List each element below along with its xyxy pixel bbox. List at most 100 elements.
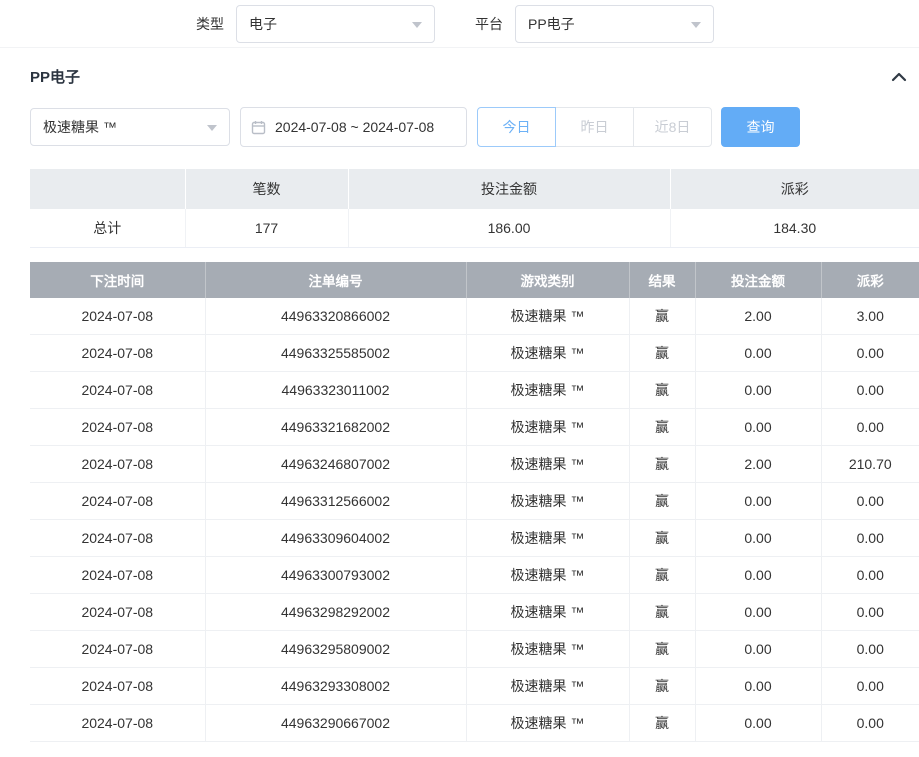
table-cell: 44963246807002 [205,446,466,483]
bets-header-bet-amount: 投注金额 [695,262,821,298]
table-row: 2024-07-0844963312566002极速糖果 ™赢0.000.00 [30,483,919,520]
table-cell: 0.00 [695,668,821,705]
table-cell: 赢 [629,483,695,520]
table-cell: 44963312566002 [205,483,466,520]
table-row: 2024-07-0844963295809002极速糖果 ™赢0.000.00 [30,631,919,668]
table-cell: 2024-07-08 [30,409,205,446]
bets-header-row: 下注时间 注单编号 游戏类别 结果 投注金额 派彩 [30,262,919,298]
table-cell: 0.00 [821,668,919,705]
table-cell: 44963309604002 [205,520,466,557]
table-row: 2024-07-0844963323011002极速糖果 ™赢0.000.00 [30,372,919,409]
bets-header-payout: 派彩 [821,262,919,298]
summary-total-count: 177 [185,209,348,247]
table-cell: 0.00 [821,520,919,557]
bets-table-body: 2024-07-0844963320866002极速糖果 ™赢2.003.002… [30,298,919,742]
table-cell: 极速糖果 ™ [466,409,629,446]
table-cell: 0.00 [695,520,821,557]
table-row: 2024-07-0844963325585002极速糖果 ™赢0.000.00 [30,335,919,372]
table-cell: 赢 [629,557,695,594]
table-cell: 0.00 [695,483,821,520]
date-range-value: 2024-07-08 ~ 2024-07-08 [275,119,434,135]
table-cell: 赢 [629,520,695,557]
table-cell: 极速糖果 ™ [466,298,629,335]
platform-select-value: PP电子 [528,14,575,34]
table-cell: 2024-07-08 [30,298,205,335]
table-cell: 44963325585002 [205,335,466,372]
table-row: 2024-07-0844963300793002极速糖果 ™赢0.000.00 [30,557,919,594]
type-label: 类型 [196,14,224,34]
table-cell: 44963300793002 [205,557,466,594]
type-filter: 类型 电子 [196,5,435,43]
table-cell: 44963323011002 [205,372,466,409]
calendar-icon [251,120,266,135]
bets-header-result: 结果 [629,262,695,298]
chevron-down-icon [207,125,217,131]
table-cell: 极速糖果 ™ [466,372,629,409]
table-cell: 0.00 [695,335,821,372]
summary-header-bet-amount: 投注金额 [348,169,670,209]
table-cell: 极速糖果 ™ [466,705,629,742]
quick-range-button-group: 今日 昨日 近8日 [477,107,712,147]
bets-header-bet-id: 注单编号 [205,262,466,298]
query-filter-bar: 极速糖果 ™ 2024-07-08 ~ 2024-07-08 今日 昨日 近8日… [30,107,919,147]
table-cell: 极速糖果 ™ [466,446,629,483]
table-cell: 0.00 [821,594,919,631]
summary-total-payout: 184.30 [670,209,919,247]
table-cell: 2024-07-08 [30,631,205,668]
table-cell: 0.00 [821,705,919,742]
table-cell: 0.00 [695,557,821,594]
table-cell: 极速糖果 ™ [466,594,629,631]
table-cell: 0.00 [821,409,919,446]
table-cell: 0.00 [821,372,919,409]
query-button[interactable]: 查询 [721,107,800,147]
table-cell: 2024-07-08 [30,705,205,742]
table-cell: 2.00 [695,298,821,335]
table-cell: 0.00 [695,705,821,742]
type-select[interactable]: 电子 [236,5,435,43]
type-select-value: 电子 [249,14,277,34]
table-cell: 2024-07-08 [30,668,205,705]
top-filter-bar: 类型 电子 平台 PP电子 [0,0,919,48]
summary-header-count: 笔数 [185,169,348,209]
table-cell: 44963320866002 [205,298,466,335]
table-cell: 赢 [629,298,695,335]
table-row: 2024-07-0844963309604002极速糖果 ™赢0.000.00 [30,520,919,557]
table-cell: 44963290667002 [205,705,466,742]
table-cell: 极速糖果 ™ [466,335,629,372]
table-row: 2024-07-0844963320866002极速糖果 ™赢2.003.00 [30,298,919,335]
table-cell: 0.00 [695,594,821,631]
table-cell: 极速糖果 ™ [466,483,629,520]
table-cell: 44963321682002 [205,409,466,446]
bets-header-bet-time: 下注时间 [30,262,205,298]
game-select[interactable]: 极速糖果 ™ [30,108,230,146]
table-cell: 极速糖果 ™ [466,557,629,594]
summary-total-row: 总计 177 186.00 184.30 [30,209,919,247]
chevron-down-icon [412,22,422,28]
table-cell: 赢 [629,372,695,409]
platform-select[interactable]: PP电子 [515,5,714,43]
date-range-input[interactable]: 2024-07-08 ~ 2024-07-08 [240,107,467,147]
summary-total-label: 总计 [30,209,185,247]
section-title: PP电子 [30,66,80,87]
bets-header-game-category: 游戏类别 [466,262,629,298]
table-cell: 赢 [629,446,695,483]
table-cell: 0.00 [821,631,919,668]
table-cell: 0.00 [695,409,821,446]
table-cell: 210.70 [821,446,919,483]
summary-header-empty [30,169,185,209]
yesterday-button[interactable]: 昨日 [555,107,634,147]
table-cell: 2.00 [695,446,821,483]
table-cell: 2024-07-08 [30,446,205,483]
today-button[interactable]: 今日 [477,107,556,147]
table-cell: 2024-07-08 [30,594,205,631]
chevron-up-icon[interactable] [891,70,907,84]
table-cell: 2024-07-08 [30,335,205,372]
bets-table: 下注时间 注单编号 游戏类别 结果 投注金额 派彩 2024-07-084496… [30,262,919,743]
table-row: 2024-07-0844963321682002极速糖果 ™赢0.000.00 [30,409,919,446]
last-8-days-button[interactable]: 近8日 [633,107,712,147]
table-row: 2024-07-0844963246807002极速糖果 ™赢2.00210.7… [30,446,919,483]
table-cell: 极速糖果 ™ [466,631,629,668]
table-cell: 赢 [629,705,695,742]
table-cell: 极速糖果 ™ [466,668,629,705]
table-cell: 赢 [629,409,695,446]
